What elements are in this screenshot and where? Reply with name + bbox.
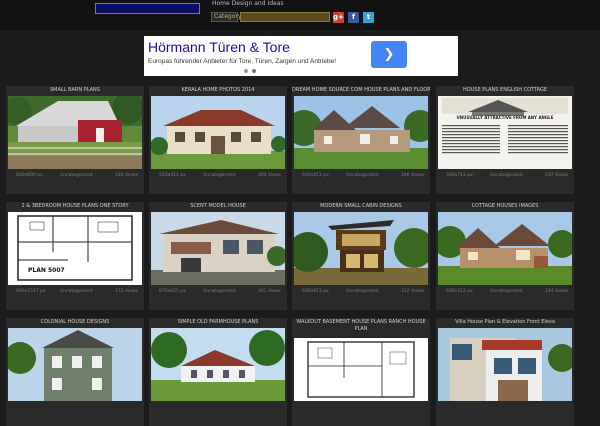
- advertisement-banner[interactable]: Hörmann Türen & Tore Europas führender A…: [144, 36, 458, 76]
- gallery-card[interactable]: DREAM HOME SOURCE COM HOUSE PLANS AND FL…: [292, 86, 430, 194]
- card-title[interactable]: WALKOUT BASEMENT HOUSE PLANS RANCH HOUSE…: [292, 319, 430, 335]
- gallery-card[interactable]: MODERN SMALL CABIN DESIGNS 600x613 px Un…: [292, 202, 430, 310]
- card-thumbnail-barn[interactable]: [8, 96, 142, 169]
- image-category[interactable]: Uncategorized: [490, 288, 523, 296]
- image-category[interactable]: Uncategorized: [346, 288, 379, 296]
- card-thumbnail-floor-plan[interactable]: PLAN 5007: [8, 212, 142, 285]
- card-meta: 800x600 px Uncategorized 183 Views: [6, 172, 144, 180]
- cottage-heading: UNUSUALLY ATTRACTIVE FROM ANY ANGLE: [456, 115, 554, 120]
- gallery-card[interactable]: WALKOUT BASEMENT HOUSE PLANS RANCH HOUSE…: [292, 318, 430, 426]
- card-title[interactable]: 2 & 3BEDROOM HOUSE PLANS ONE STORY: [6, 203, 144, 210]
- chevron-right-icon: ❯: [383, 47, 395, 62]
- plan-label: PLAN 5007: [28, 267, 65, 274]
- gallery-card[interactable]: HOUSE PLANS ENGLISH COTTAGE UNUSUALLY AT…: [436, 86, 574, 194]
- gallery-card[interactable]: SMALL BARN PLANS 800x600 px Uncategorize…: [6, 86, 144, 194]
- image-resolution: 600x413 px: [302, 173, 329, 178]
- image-resolution: 550x411 px: [159, 173, 186, 178]
- card-meta: 590x711 px Uncategorized 237 Views: [436, 172, 574, 180]
- google-plus-icon[interactable]: g+: [333, 12, 344, 23]
- image-views: 312 Views: [400, 289, 424, 294]
- image-category[interactable]: Uncategorized: [490, 172, 523, 180]
- category-label: Category: [211, 12, 241, 22]
- gallery-card[interactable]: COTTAGE HOUSES IMAGES 600x512 px Uncateg…: [436, 202, 574, 310]
- ad-dot-1[interactable]: [244, 69, 248, 73]
- card-thumbnail-cabin[interactable]: [294, 212, 428, 285]
- card-title[interactable]: MODERN SMALL CABIN DESIGNS: [292, 203, 430, 210]
- image-views: 172 Views: [114, 289, 138, 294]
- card-title[interactable]: SIMPLE OLD FARMHOUSE PLANS: [149, 319, 287, 326]
- card-thumbnail-colonial[interactable]: [8, 328, 142, 401]
- image-category[interactable]: Uncategorized: [346, 172, 379, 180]
- card-meta: 600x613 px Uncategorized 312 Views: [292, 288, 430, 296]
- image-resolution: 600x613 px: [302, 289, 329, 294]
- card-title[interactable]: SCENT MODEL HOUSE: [149, 203, 287, 210]
- ad-title[interactable]: Hörmann Türen & Tore: [148, 39, 290, 55]
- image-category[interactable]: Uncategorized: [60, 172, 93, 180]
- gallery-card[interactable]: Villa House Plan & Elevation Front Eleva: [436, 318, 574, 426]
- image-resolution: 590x711 px: [446, 173, 473, 178]
- twitter-icon[interactable]: t: [363, 12, 374, 23]
- site-logo[interactable]: [95, 3, 200, 14]
- ad-open-button[interactable]: ❯: [371, 41, 407, 68]
- card-thumbnail-cottage[interactable]: [438, 212, 572, 285]
- top-bar: Home Design and Ideas Category g+ f t: [0, 0, 600, 30]
- image-views: 244 Views: [544, 289, 568, 294]
- image-views: 183 Views: [114, 173, 138, 178]
- card-title[interactable]: COLONIAL HOUSE DESIGNS: [6, 319, 144, 326]
- card-thumbnail-cottage-page[interactable]: UNUSUALLY ATTRACTIVE FROM ANY ANGLE: [438, 96, 572, 169]
- card-meta: 600x413 px Uncategorized 186 Views: [292, 172, 430, 180]
- gallery-card[interactable]: SCENT MODEL HOUSE 870x625 px Uncategoriz…: [149, 202, 287, 310]
- card-thumbnail-villa-elevation[interactable]: [438, 328, 572, 401]
- gallery-card[interactable]: 2 & 3BEDROOM HOUSE PLANS ONE STORY PLAN …: [6, 202, 144, 310]
- card-title[interactable]: Villa House Plan & Elevation Front Eleva: [436, 319, 574, 326]
- card-thumbnail-villa[interactable]: [151, 96, 285, 169]
- facebook-icon[interactable]: f: [348, 12, 359, 23]
- card-title[interactable]: KERALA HOME PHOTOS 2014: [149, 87, 287, 94]
- image-views: 186 Views: [400, 173, 424, 178]
- card-title[interactable]: COTTAGE HOUSES IMAGES: [436, 203, 574, 210]
- ad-text: Europas führender Anbieter für Tore, Tür…: [148, 58, 337, 65]
- image-resolution: 800x600 px: [16, 173, 43, 178]
- card-meta: 600x512 px Uncategorized 244 Views: [436, 288, 574, 296]
- image-category[interactable]: Uncategorized: [60, 288, 93, 296]
- card-meta: 870x625 px Uncategorized 401 Views: [149, 288, 287, 296]
- ad-dot-2[interactable]: [252, 69, 256, 73]
- image-category[interactable]: Uncategorized: [203, 172, 236, 180]
- image-views: 401 Views: [257, 289, 281, 294]
- gallery-card[interactable]: KERALA HOME PHOTOS 2014 550x411 px Uncat…: [149, 86, 287, 194]
- image-category[interactable]: Uncategorized: [203, 288, 236, 296]
- card-meta: 550x411 px Uncategorized 303 Views: [149, 172, 287, 180]
- card-thumbnail-basement-plan[interactable]: [294, 338, 428, 401]
- site-title[interactable]: Home Design and Ideas: [212, 0, 284, 7]
- card-thumbnail-model-house[interactable]: [151, 212, 285, 285]
- card-title[interactable]: DREAM HOME SOURCE COM HOUSE PLANS AND FL…: [292, 87, 430, 94]
- category-select[interactable]: [240, 12, 330, 22]
- image-resolution: 870x625 px: [159, 289, 186, 294]
- card-meta: 940x1517 px Uncategorized 172 Views: [6, 288, 144, 296]
- card-title[interactable]: HOUSE PLANS ENGLISH COTTAGE: [436, 87, 574, 94]
- card-thumbnail-stone-house[interactable]: [294, 96, 428, 169]
- image-views: 237 Views: [544, 173, 568, 178]
- image-resolution: 940x1517 px: [16, 289, 46, 294]
- image-views: 303 Views: [257, 173, 281, 178]
- card-thumbnail-farmhouse[interactable]: [151, 328, 285, 401]
- card-title[interactable]: SMALL BARN PLANS: [6, 87, 144, 94]
- gallery-card[interactable]: COLONIAL HOUSE DESIGNS: [6, 318, 144, 426]
- image-resolution: 600x512 px: [446, 289, 473, 294]
- gallery-card[interactable]: SIMPLE OLD FARMHOUSE PLANS: [149, 318, 287, 426]
